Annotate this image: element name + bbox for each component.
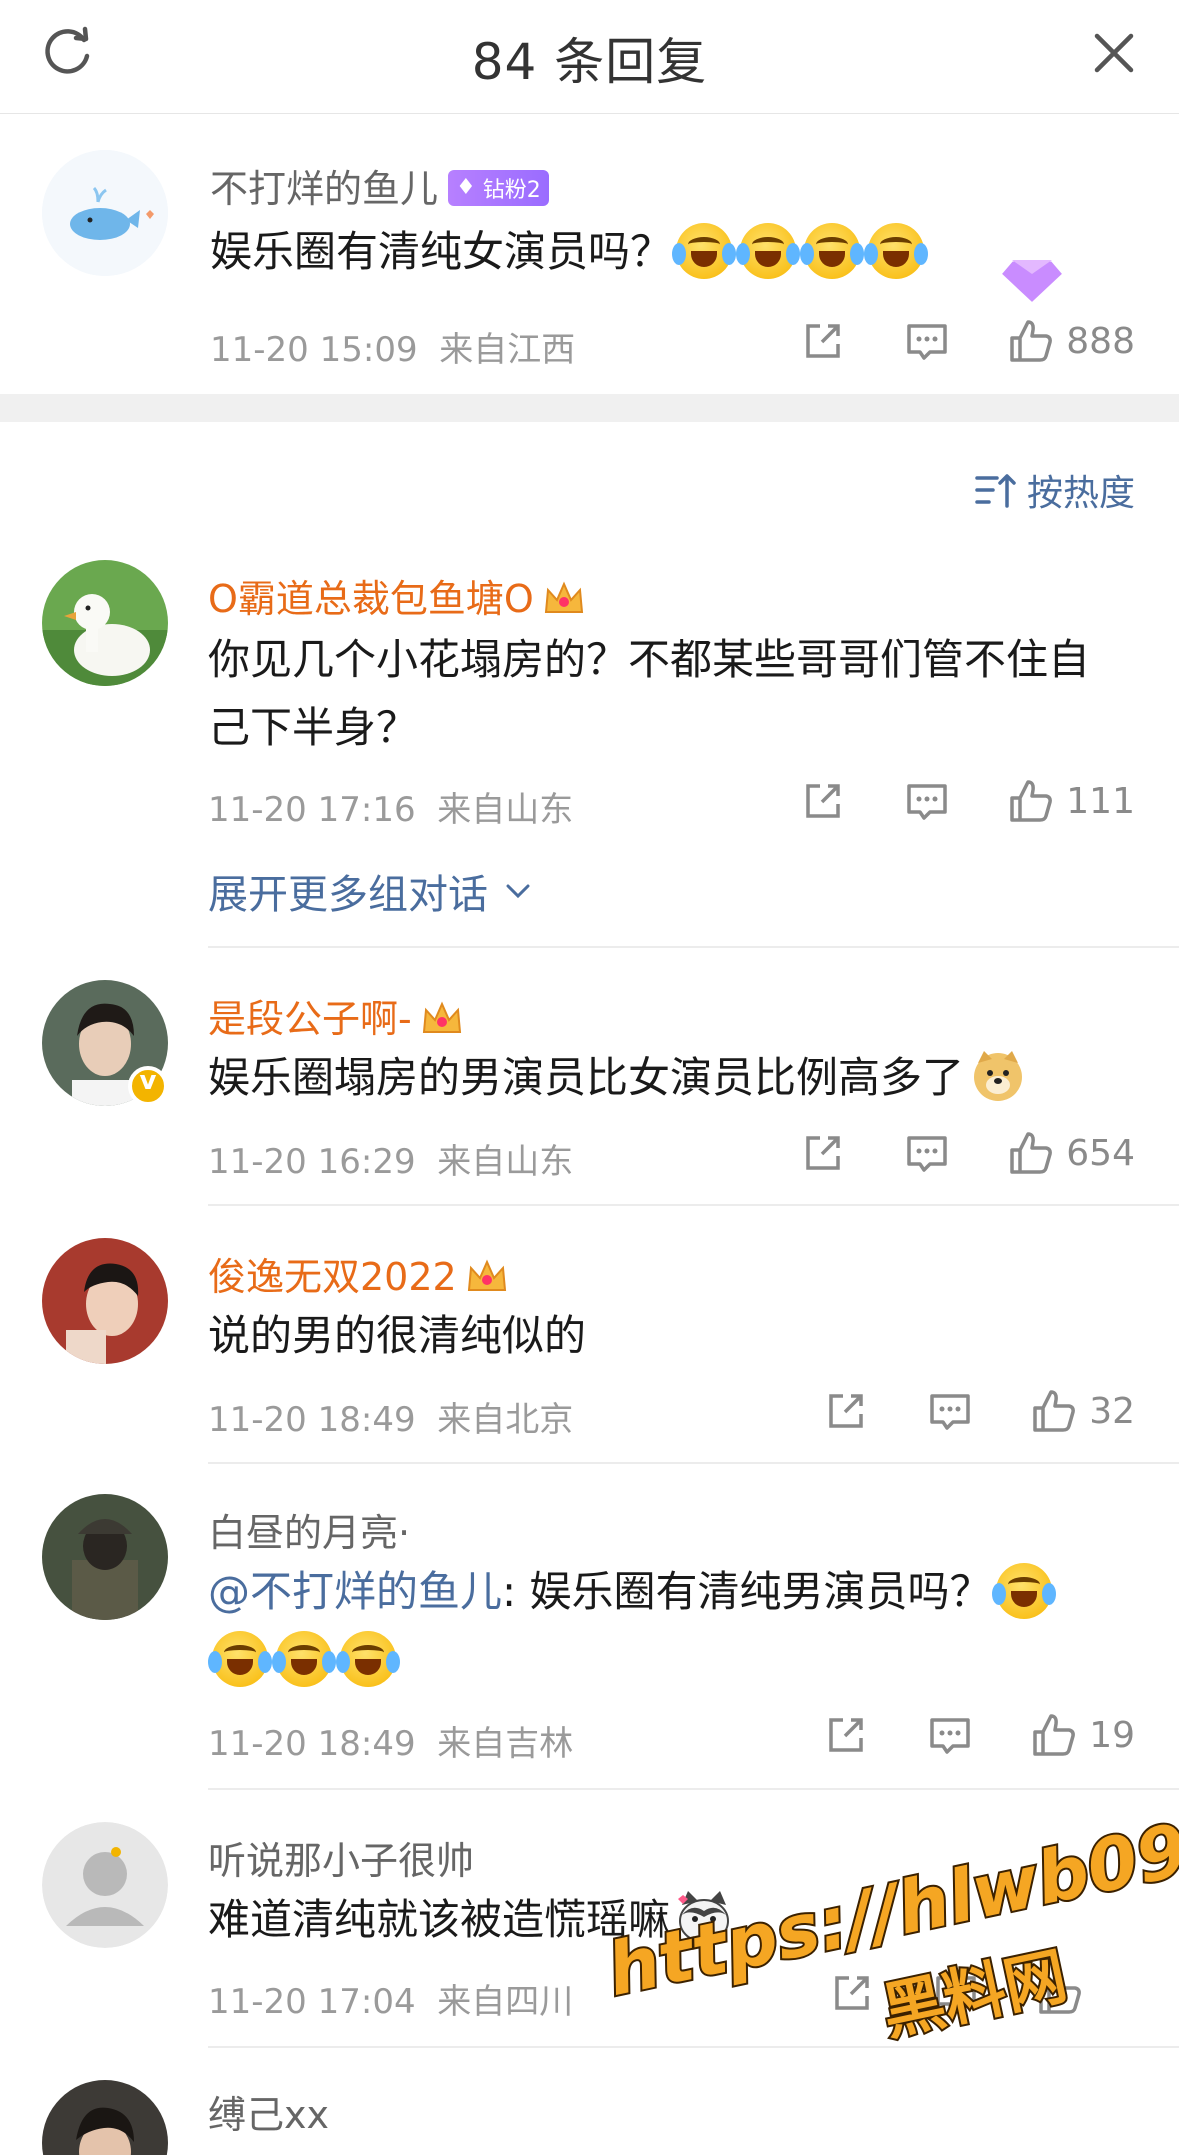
mention-link[interactable]: @不打烊的鱼儿 <box>208 1567 502 1616</box>
like-icon[interactable] <box>1008 778 1054 824</box>
comment-actions: 32 <box>765 1386 1135 1436</box>
comment-actions: 888 <box>742 316 1135 366</box>
comment-location: 来自吉林 <box>437 1724 574 1764</box>
like-count: 654 <box>1066 1132 1135 1174</box>
comment-actions: 654 <box>742 1128 1135 1178</box>
whale-avatar-icon <box>42 150 168 276</box>
comment-location: 来自山东 <box>437 790 574 830</box>
person-avatar-icon <box>42 2080 168 2155</box>
like-count: 19 <box>1089 1714 1135 1756</box>
diamond-decoration-icon <box>997 258 1067 307</box>
duck-avatar-icon <box>42 560 168 686</box>
comment-time: 11-20 16:29 <box>208 1142 416 1182</box>
chevron-down-icon <box>506 884 530 899</box>
laugh-cry-emoji-icon <box>672 222 737 279</box>
comment-content: 娱乐圈塌房的男演员比女演员比例高多了 <box>208 1044 1128 1112</box>
comment-content: 说的男的很清纯似的 <box>208 1311 587 1360</box>
comment-location: 来自四川 <box>437 1982 574 2022</box>
laugh-cry-emoji-icon <box>272 1630 336 1687</box>
divider <box>208 1462 1179 1464</box>
share-icon[interactable] <box>829 1970 875 2016</box>
username[interactable]: 缚己xx <box>208 2084 329 2139</box>
comment-icon[interactable] <box>904 778 950 824</box>
laugh-cry-emoji-icon <box>991 1562 1056 1619</box>
comment-icon[interactable] <box>927 1712 973 1758</box>
sort-label: 按热度 <box>1026 473 1135 514</box>
like-icon[interactable] <box>1031 1388 1077 1434</box>
comment-time: 11-20 18:49 <box>208 1724 416 1764</box>
username[interactable]: O霸道总裁包鱼塘O <box>208 577 534 621</box>
person-avatar-icon <box>42 1238 168 1364</box>
divider <box>208 1788 1179 1790</box>
comment-time: 11-20 17:04 <box>208 1982 416 2022</box>
avatar[interactable] <box>42 560 168 686</box>
sort-icon <box>975 474 1016 508</box>
like-icon[interactable] <box>1008 318 1054 364</box>
comment-location: 来自江西 <box>439 330 576 370</box>
comment-time: 11-20 17:16 <box>208 790 416 830</box>
username[interactable]: 俊逸无双2022 <box>208 1255 457 1299</box>
comment-location: 来自北京 <box>437 1400 574 1440</box>
sort-button[interactable]: 按热度 <box>973 464 1135 516</box>
default-avatar-icon <box>42 1822 168 1948</box>
crown-badge-icon <box>467 1259 506 1291</box>
username[interactable]: 是段公子啊- <box>208 997 412 1041</box>
comment-icon[interactable] <box>904 318 950 364</box>
like-count: 888 <box>1066 320 1135 362</box>
divider <box>208 2046 1179 2048</box>
crown-badge-icon <box>544 581 583 613</box>
username[interactable]: 不打烊的鱼儿 <box>210 167 438 211</box>
comment-icon[interactable] <box>927 1388 973 1434</box>
divider <box>208 1204 1179 1206</box>
expand-label: 展开更多组对话 <box>208 872 488 918</box>
page-title: 84 条回复 <box>471 33 708 91</box>
comment-actions: 19 <box>765 1710 1135 1760</box>
avatar[interactable] <box>42 150 168 276</box>
crown-badge-icon <box>422 1001 461 1033</box>
share-icon[interactable] <box>823 1712 869 1758</box>
comment-icon[interactable] <box>904 1130 950 1176</box>
like-count: 32 <box>1089 1390 1135 1432</box>
laugh-cry-emoji-icon <box>736 222 801 279</box>
verified-badge-icon <box>128 1066 168 1106</box>
username[interactable]: 听说那小子很帅 <box>208 1830 474 1885</box>
avatar[interactable] <box>42 1822 168 1948</box>
laugh-cry-emoji-icon <box>208 1630 272 1687</box>
section-divider <box>0 394 1179 422</box>
like-icon[interactable] <box>1008 1130 1054 1176</box>
share-icon[interactable] <box>800 1130 846 1176</box>
doge-emoji-icon <box>974 1050 1023 1101</box>
like-icon[interactable] <box>1031 1712 1077 1758</box>
person-avatar-icon <box>42 1494 168 1620</box>
comment-content: 娱乐圈有清纯女演员吗？ <box>210 218 1110 286</box>
share-icon[interactable] <box>823 1388 869 1434</box>
avatar[interactable] <box>42 2080 168 2155</box>
share-icon[interactable] <box>800 778 846 824</box>
expand-conversation-link[interactable]: 展开更多组对话 <box>208 862 536 920</box>
laugh-cry-emoji-icon <box>336 1630 400 1687</box>
divider <box>208 946 1179 948</box>
comment-time: 11-20 15:09 <box>210 330 418 370</box>
laugh-cry-emoji-icon <box>864 222 929 279</box>
like-count: 111 <box>1066 780 1135 822</box>
close-icon[interactable] <box>1089 28 1139 78</box>
username[interactable]: 白昼的月亮· <box>208 1502 410 1557</box>
comment-content: 你见几个小花塌房的？不都某些哥哥们管不住自己下半身？ <box>208 635 1091 752</box>
diamond-fan-badge: ♦ 钻粉2 <box>448 169 549 206</box>
comment-content: @不打烊的鱼儿: 娱乐圈有清纯男演员吗？ <box>208 1558 1128 1694</box>
avatar[interactable] <box>42 1494 168 1620</box>
laugh-cry-emoji-icon <box>800 222 865 279</box>
top-bar: 84 条回复 <box>0 0 1179 114</box>
comment-location: 来自山东 <box>437 1142 574 1182</box>
comment-actions: 111 <box>742 776 1135 826</box>
comment-time: 11-20 18:49 <box>208 1400 416 1440</box>
share-icon[interactable] <box>800 318 846 364</box>
avatar[interactable] <box>42 1238 168 1364</box>
